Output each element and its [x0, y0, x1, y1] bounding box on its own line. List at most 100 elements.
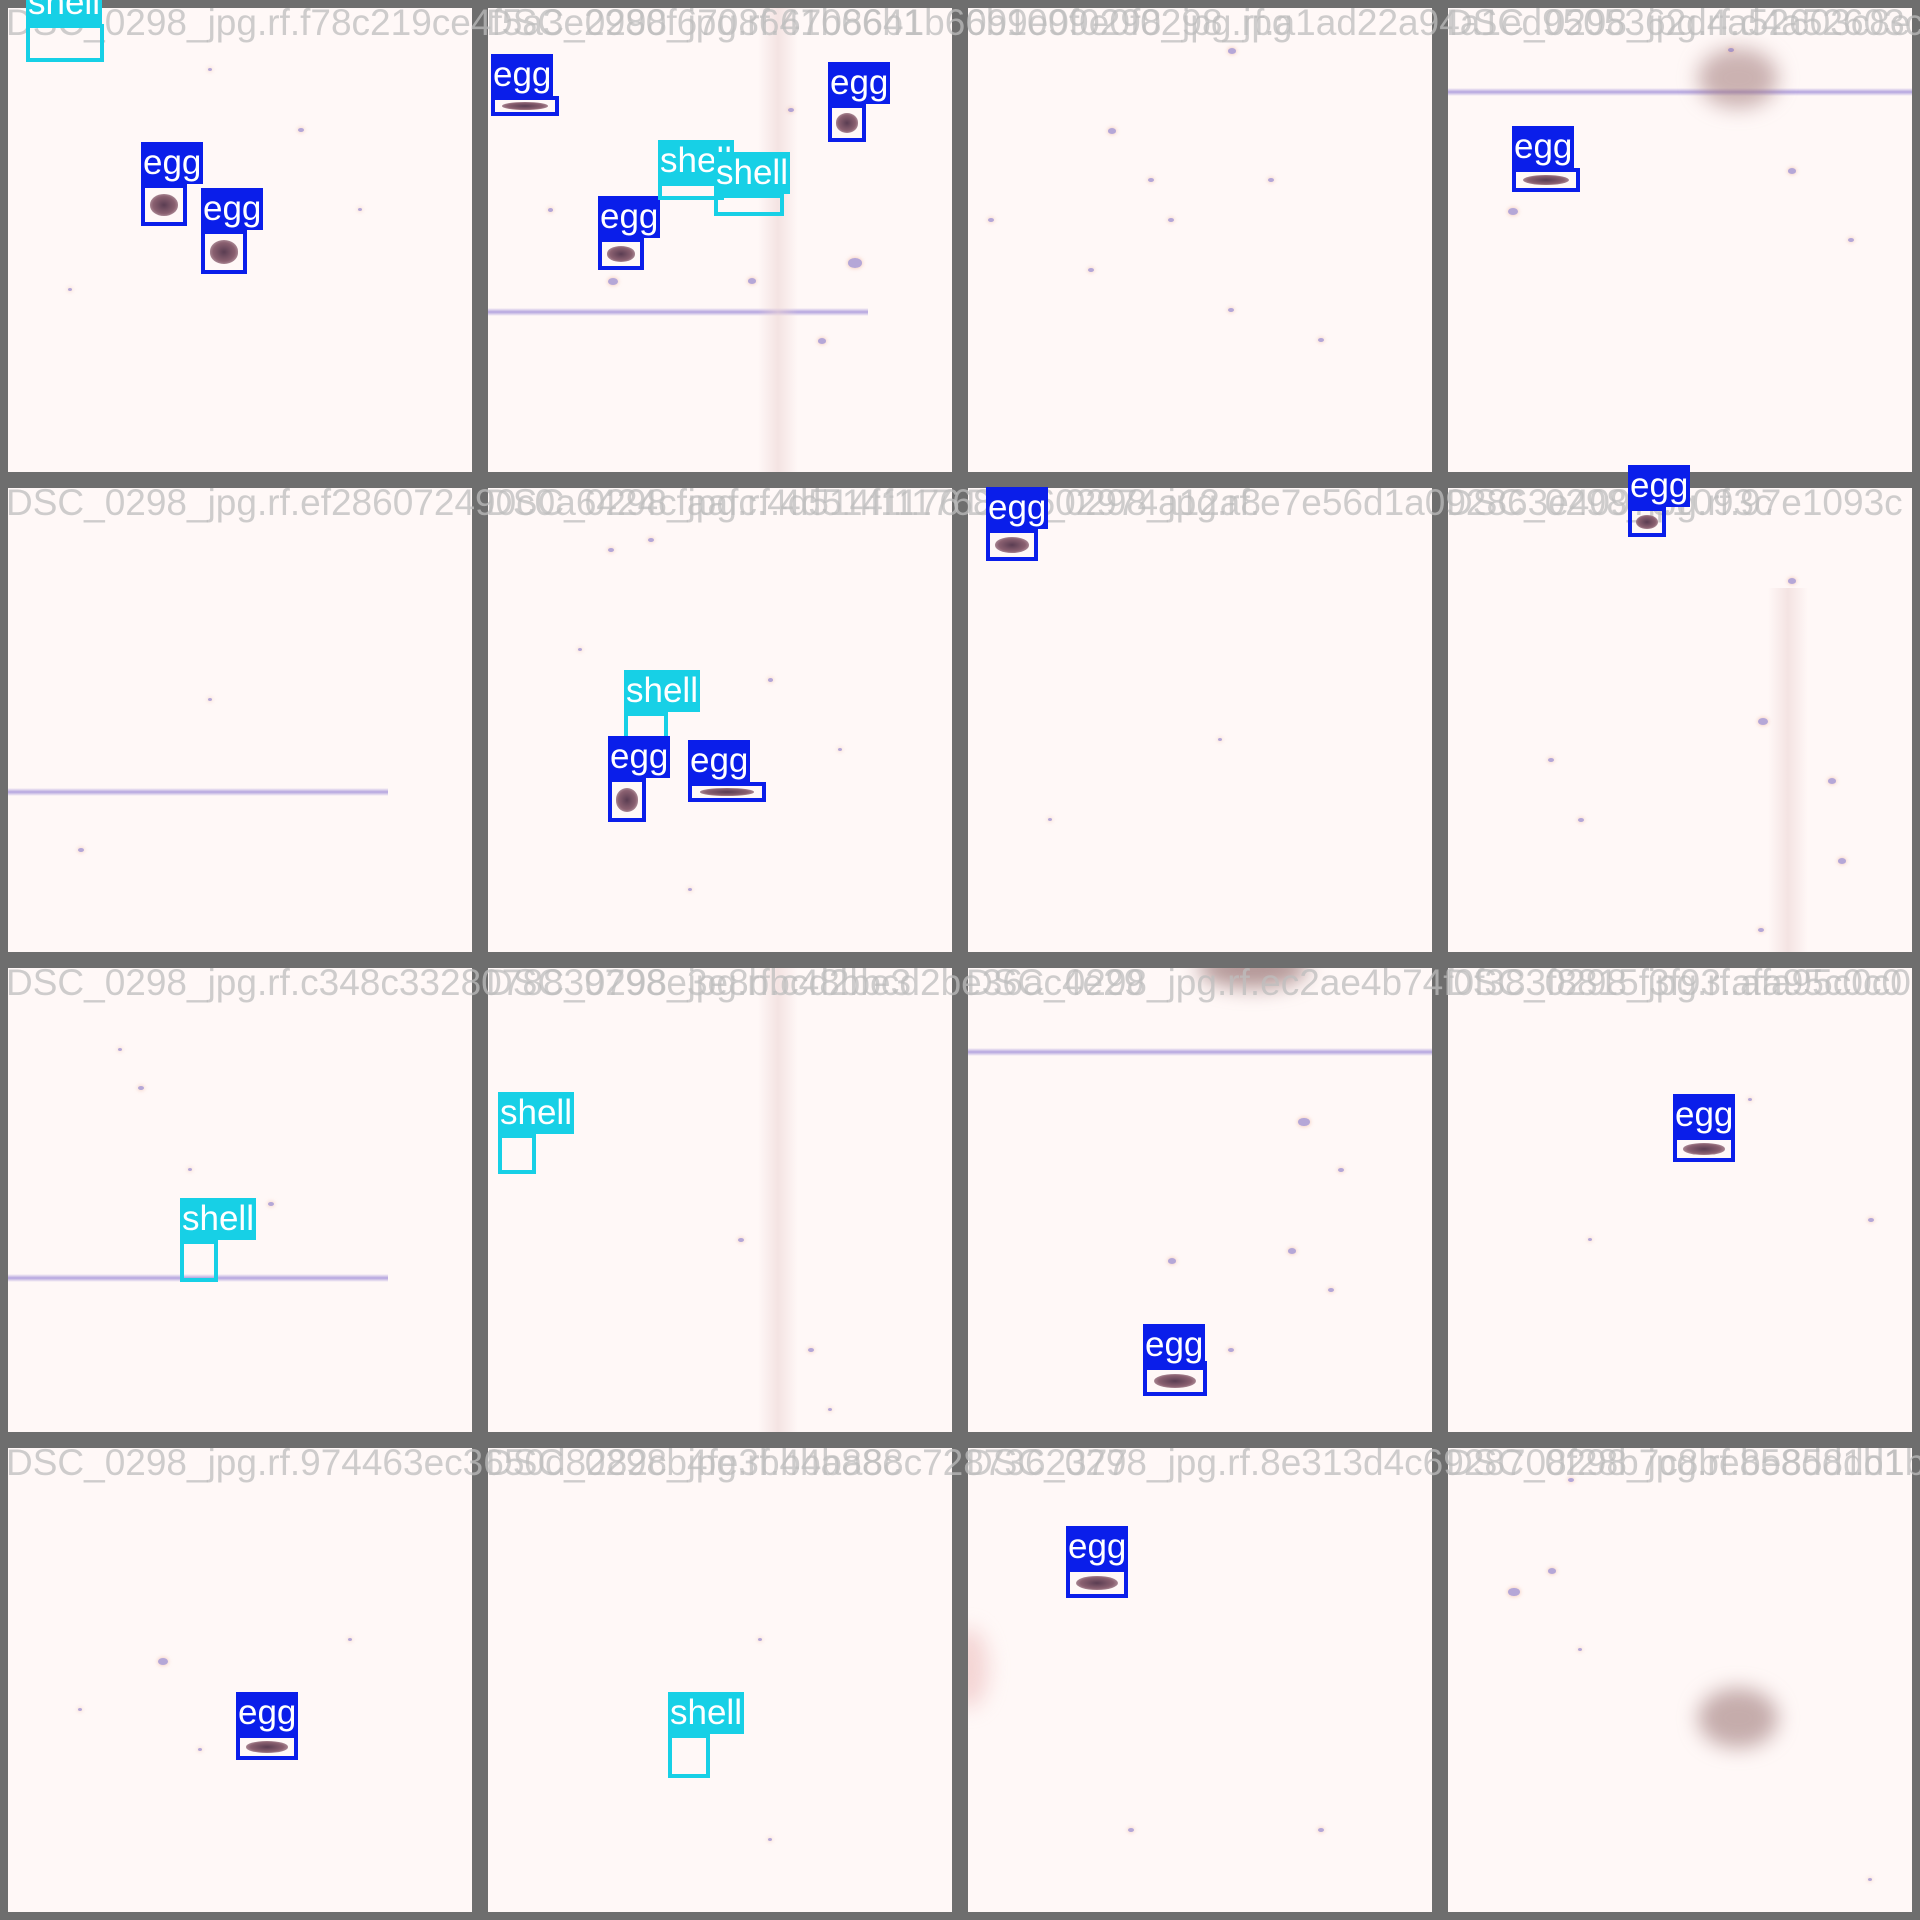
egg-detection: egg	[1143, 1324, 1207, 1396]
grid-line	[8, 788, 388, 796]
debris-speck	[358, 208, 362, 211]
bounding-box	[828, 104, 866, 142]
detection-label: egg	[688, 740, 751, 782]
tile-photo	[488, 488, 952, 952]
debris-speck	[1748, 1098, 1752, 1101]
egg-object	[995, 537, 1029, 553]
image-tile: 099e0f0298_jpg.rf.a1ad22a94a1ed9505362d4…	[960, 0, 1910, 480]
debris-speck	[1298, 1118, 1310, 1127]
egg-detection: egg	[1512, 126, 1580, 192]
debris-speck	[198, 1748, 202, 1751]
tile-photo	[968, 8, 1432, 472]
image-tile: DSC_0298_jpg.rf.ec2ae4b74f0f383f8815f3f9…	[960, 960, 1902, 1440]
egg-object	[209, 240, 239, 264]
egg-object	[1076, 1575, 1118, 1591]
grid-line	[968, 1048, 1432, 1056]
egg-detection: egg	[491, 54, 559, 116]
debris-speck	[78, 1708, 82, 1711]
mosaic-grid: DSC_0298_jpg.rf.f78c219ce4f5a3e2980f6708…	[0, 0, 1920, 1920]
image-tile: DSC_0298_jpg.rf.c48bbcd2be36ac4e29 shell	[480, 960, 1144, 1440]
egg-detection: egg	[688, 740, 766, 802]
detection-label: egg	[608, 736, 671, 778]
blur-blob	[1698, 48, 1778, 108]
debris-speck	[758, 1638, 762, 1641]
detection-label: egg	[1673, 1094, 1736, 1136]
debris-speck	[1758, 718, 1768, 725]
debris-speck	[1848, 238, 1854, 243]
debris-speck	[1108, 128, 1116, 134]
debris-speck	[1788, 578, 1796, 584]
bounding-box	[1673, 1136, 1735, 1162]
debris-speck	[1128, 1828, 1134, 1833]
image-tile: DSC_0298_jpg.rf.b4ba88c7287362377 shell	[480, 1440, 1128, 1920]
egg-object	[606, 246, 636, 262]
debris-speck	[828, 1408, 832, 1411]
egg-object	[1635, 514, 1659, 530]
debris-speck	[1228, 308, 1234, 313]
debris-speck	[748, 278, 756, 284]
debris-speck	[1168, 1258, 1176, 1264]
shell-detection: shell	[668, 1692, 744, 1778]
image-tile: DSC_0298_jpg.rf.d4a52603c8e egg	[1440, 0, 1920, 480]
debris-speck	[608, 278, 618, 285]
tile-photo	[488, 1448, 952, 1912]
grid-line	[758, 968, 798, 1432]
egg-object	[1523, 174, 1569, 186]
detection-label: egg	[1512, 126, 1575, 168]
bounding-box	[201, 230, 247, 274]
tile-photo	[968, 1448, 1432, 1912]
debris-speck	[768, 678, 773, 682]
debris-speck	[1228, 48, 1236, 54]
debris-speck	[548, 208, 553, 212]
bounding-box	[491, 96, 559, 116]
egg-detection: egg	[141, 142, 204, 226]
debris-speck	[1218, 738, 1222, 741]
bounding-box	[180, 1240, 218, 1282]
debris-speck	[1548, 758, 1554, 763]
debris-speck	[1328, 1288, 1334, 1293]
bounding-box	[1143, 1366, 1207, 1396]
bounding-box	[688, 782, 766, 802]
image-tile: DSC_0298_jpg.rf.974463ec3650d8282cb4fe3b…	[0, 1440, 901, 1920]
debris-speck	[1338, 1168, 1344, 1173]
shell-detection: shell	[26, 0, 104, 62]
detection-label: egg	[236, 1692, 299, 1734]
debris-speck	[1228, 1348, 1234, 1353]
egg-object	[149, 194, 179, 216]
detection-label: shell	[180, 1198, 256, 1240]
debris-speck	[1048, 818, 1052, 821]
tile-photo	[1448, 488, 1912, 952]
bounding-box	[236, 1734, 298, 1760]
egg-object	[502, 102, 548, 110]
debris-speck	[1318, 1828, 1324, 1833]
image-tile: DSC_0298_jpg.rf.4d514f11768a6602974a12a8…	[480, 480, 1261, 960]
image-tile: DSC_0298_jpg.rf.be858dd1b1	[1440, 1440, 1920, 1920]
blur-blob	[1698, 1688, 1778, 1748]
bounding-box	[1628, 507, 1666, 537]
debris-speck	[608, 548, 614, 553]
egg-object	[1153, 1373, 1197, 1389]
detection-label: shell	[498, 1092, 574, 1134]
bounding-box	[598, 238, 644, 270]
debris-speck	[1578, 818, 1584, 823]
debris-speck	[138, 1086, 144, 1091]
debris-speck	[268, 1202, 274, 1207]
bounding-box	[141, 184, 187, 226]
debris-speck	[158, 1658, 168, 1665]
debris-speck	[818, 338, 826, 344]
bounding-box	[608, 778, 646, 822]
debris-speck	[768, 1838, 772, 1841]
detection-label: egg	[201, 188, 264, 230]
bounding-box	[714, 194, 784, 216]
debris-speck	[1168, 218, 1174, 223]
image-tile: DSC_0298_jpg.rf.afa95c0c0 egg	[1440, 960, 1920, 1440]
image-tile: DSC_0298_jpg.rf.e7e56d1a092863e4097e1093…	[960, 480, 1772, 960]
image-tile: DSC_0298_jpg.rf.6708641b66b1099e0f0298_j…	[480, 0, 1292, 480]
debris-speck	[838, 748, 842, 751]
debris-speck	[1508, 1588, 1520, 1597]
grid-line	[1448, 88, 1912, 96]
debris-speck	[298, 128, 304, 133]
bounding-box	[1512, 168, 1580, 192]
egg-detection: egg	[236, 1692, 299, 1760]
grid-line	[488, 308, 868, 316]
